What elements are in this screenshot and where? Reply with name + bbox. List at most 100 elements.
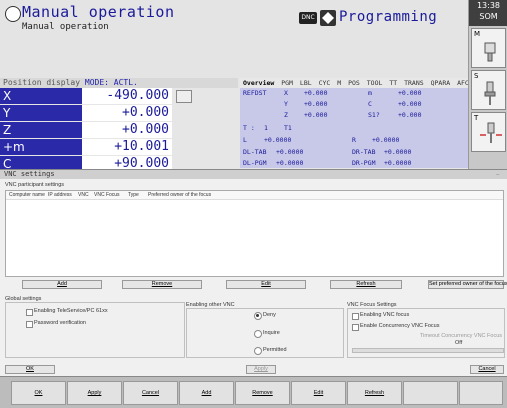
tool-change-icon: [480, 122, 502, 143]
timeout-slider[interactable]: [352, 348, 504, 353]
ov-value-x: +0.000: [304, 89, 328, 97]
ov-axis-x: X: [284, 89, 288, 97]
axis-value: +90.000: [82, 156, 172, 169]
softkey-empty-1[interactable]: [403, 381, 458, 405]
softkey-refresh[interactable]: Refresh: [347, 381, 402, 405]
timeout-value: Off: [455, 340, 463, 346]
ov-value-s: +0.000: [398, 111, 422, 119]
set-preferred-owner-button[interactable]: Set preferred owner of the focus: [428, 280, 507, 289]
drpgm-value: +0.0000: [384, 159, 412, 167]
remove-button[interactable]: Remove: [122, 280, 202, 289]
tab-pgm[interactable]: PGM: [281, 78, 293, 88]
cancel-button[interactable]: Cancel: [470, 365, 504, 374]
col-computer-name[interactable]: Computer name: [9, 192, 45, 198]
tab-m[interactable]: M: [337, 78, 341, 88]
overview-panel: REFDST X +0.000 m +0.000 Y +0.000 C +0.0…: [240, 88, 468, 168]
tab-tt[interactable]: TT: [389, 78, 397, 88]
mode-title: Manual operation: [22, 3, 175, 21]
mode-subtitle: Manual operation: [22, 22, 109, 32]
ov-axis-s: S1?: [368, 111, 380, 119]
position-row-c: C +90.000: [0, 156, 238, 169]
clock: 13:38 SOM: [469, 0, 507, 26]
axis-label: C: [0, 156, 82, 169]
overview-tabs: Overview PGM LBL CYC M POS TOOL TT TRANS…: [240, 78, 468, 88]
add-button[interactable]: Add: [22, 280, 102, 289]
s-label: S: [474, 72, 479, 80]
refdst-label: REFDST: [243, 89, 267, 97]
dlpgm-value: +0.0000: [276, 159, 304, 167]
ov-axis-z: Z: [284, 111, 288, 119]
m-label: M: [474, 30, 481, 38]
spindle-icon: [484, 42, 496, 62]
tab-cyc[interactable]: CYC: [319, 78, 331, 88]
tab-tool[interactable]: TOOL: [367, 78, 383, 88]
softkey-bar: OK Apply Cancel Add Remove Edit Refresh: [0, 376, 507, 408]
ov-value-z: +0.000: [304, 111, 328, 119]
participants-list[interactable]: Computer name IP address VNC VNC Focus T…: [5, 190, 504, 277]
apply-button[interactable]: Apply: [246, 365, 276, 374]
softkey-remove[interactable]: Remove: [235, 381, 290, 405]
t-function-button[interactable]: T: [471, 112, 506, 152]
edit-button[interactable]: Edit: [226, 280, 306, 289]
s-function-button[interactable]: S: [471, 70, 506, 110]
refresh-button[interactable]: Refresh: [330, 280, 402, 289]
tab-overview[interactable]: Overview: [243, 78, 274, 88]
tab-pos[interactable]: POS: [348, 78, 360, 88]
col-preferred-owner[interactable]: Preferred owner of the focus: [148, 192, 211, 198]
permitted-radio[interactable]: Permitted: [254, 347, 287, 355]
axis-label: X: [0, 88, 82, 104]
drtab-label: DR-TAB: [352, 148, 376, 156]
axis-label: Z: [0, 122, 82, 138]
position-display-label: Position display: [3, 78, 81, 87]
programming-icon: [320, 10, 336, 26]
tool-name: T1: [284, 124, 292, 132]
inquire-radio[interactable]: Inquire: [254, 330, 280, 338]
softkey-apply[interactable]: Apply: [67, 381, 122, 405]
axis-value: -490.000: [82, 88, 172, 104]
dltab-label: DL-TAB: [243, 148, 267, 156]
ok-button[interactable]: OK: [5, 365, 55, 374]
clock-time: 13:38: [476, 1, 501, 10]
drtab-value: +0.0000: [384, 148, 412, 156]
dltab-value: +0.0000: [276, 148, 304, 156]
enable-teleservice-checkbox[interactable]: Enabling TeleService/PC 61xx: [26, 308, 108, 316]
softkey-empty-2[interactable]: [459, 381, 503, 405]
clock-sub: SOM: [479, 12, 498, 21]
softkey-ok[interactable]: OK: [11, 381, 66, 405]
axis-value: +10.001: [82, 139, 172, 155]
vnc-dialog-title: VNC settings: [4, 170, 55, 178]
softkey-edit[interactable]: Edit: [291, 381, 346, 405]
concurrency-focus-checkbox[interactable]: Enable Concurrency VNC Focus: [352, 323, 439, 331]
vnc-dialog-body: VNC participant settings Computer name I…: [0, 179, 507, 376]
vnc-dialog-titlebar: VNC settings – ×: [0, 169, 507, 187]
col-vnc-focus[interactable]: VNC Focus: [94, 192, 120, 198]
display-toggle-icon[interactable]: [176, 90, 192, 103]
tab-lbl[interactable]: LBL: [300, 78, 312, 88]
axis-label: Y: [0, 105, 82, 121]
col-vnc[interactable]: VNC: [78, 192, 89, 198]
ov-axis-m: m: [368, 89, 372, 97]
tab-afc[interactable]: AFC: [457, 78, 468, 88]
l-label: L: [243, 136, 247, 144]
m-function-button[interactable]: M: [471, 28, 506, 68]
ov-value-m: +0.000: [398, 89, 422, 97]
position-display-header: Position display MODE: ACTL.: [0, 78, 238, 88]
softkey-cancel[interactable]: Cancel: [123, 381, 178, 405]
r-value: +0.0000: [372, 136, 400, 144]
tool-holder-icon: [484, 81, 496, 105]
col-type[interactable]: Type: [128, 192, 139, 198]
mode-area: Manual operation Manual operation: [5, 3, 285, 41]
participants-label: VNC participant settings: [5, 182, 64, 188]
ov-axis-y: Y: [284, 100, 288, 108]
machine-mode-icon: [5, 6, 21, 22]
password-verification-checkbox[interactable]: Password verification: [26, 320, 86, 328]
deny-radio[interactable]: Deny: [254, 312, 276, 320]
enable-vnc-focus-checkbox[interactable]: Enabling VNC focus: [352, 312, 409, 320]
col-ip-address[interactable]: IP address: [48, 192, 72, 198]
tab-trans[interactable]: TRANS: [404, 78, 424, 88]
timeout-label: Timeout Concurrency VNC Focus: [420, 333, 503, 339]
softkey-add[interactable]: Add: [179, 381, 234, 405]
tool-number: 1: [264, 124, 268, 132]
tab-qpara[interactable]: QPARA: [431, 78, 451, 88]
ov-value-y: +0.000: [304, 100, 328, 108]
